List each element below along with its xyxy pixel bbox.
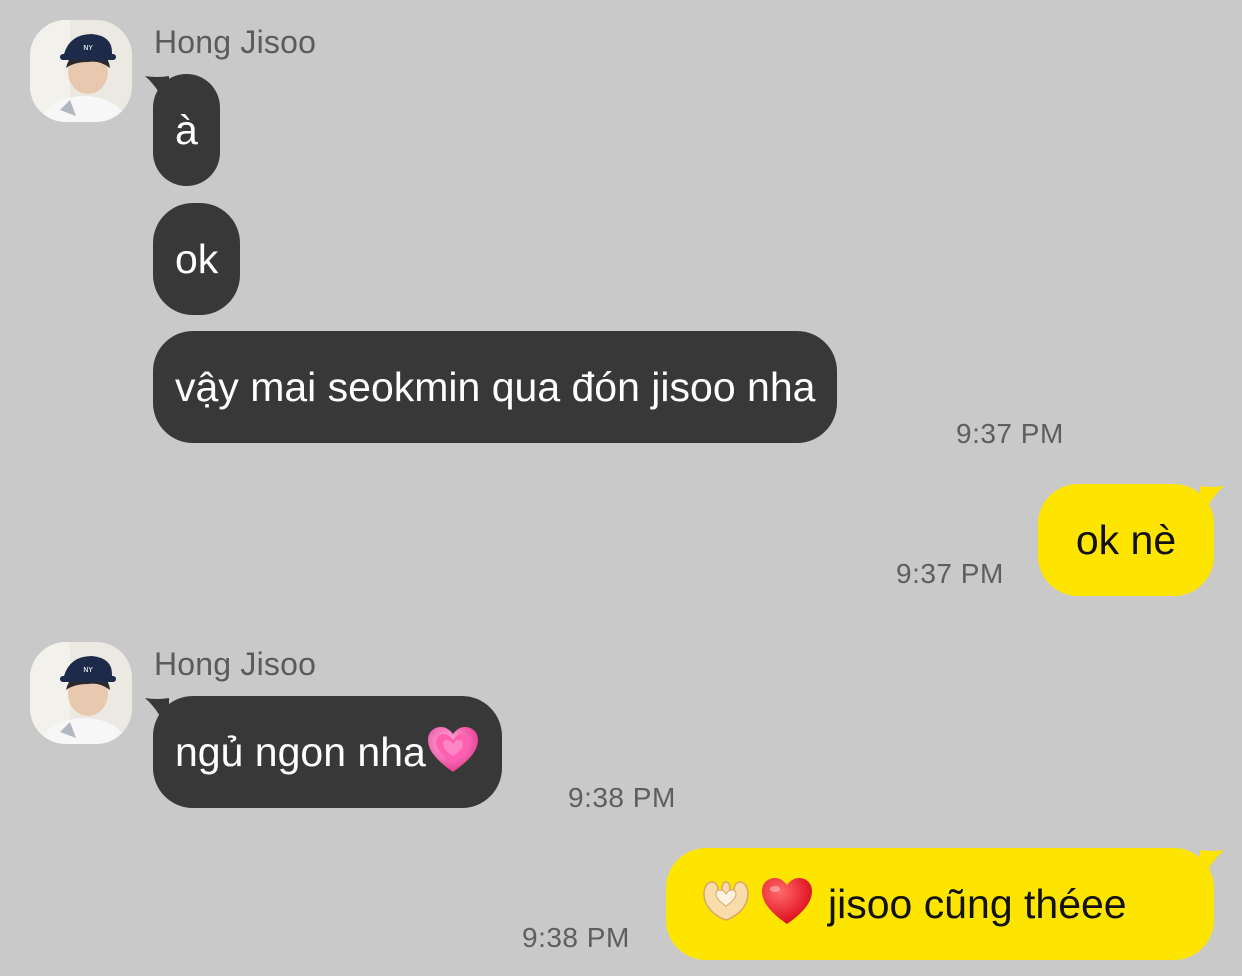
red-heart-icon	[762, 878, 812, 924]
avatar-photo: NY	[30, 20, 132, 122]
bubble-tail	[1200, 850, 1224, 888]
message-bubble[interactable]: ok nè	[1038, 484, 1214, 596]
svg-text:NY: NY	[83, 666, 93, 674]
message-text: ngủ ngon nha	[175, 729, 426, 775]
sender-name: Hong Jisoo	[154, 24, 317, 60]
message-text: jisoo cũng théee	[828, 881, 1127, 927]
heart-hands-icon	[703, 881, 749, 921]
avatar-photo: NY	[30, 642, 132, 744]
message-bubble[interactable]: ngủ ngon nha	[153, 696, 502, 808]
timestamp: 9:37 PM	[896, 558, 1004, 589]
message-text: ok	[175, 236, 219, 282]
timestamp: 9:38 PM	[568, 782, 676, 813]
message-bubble[interactable]: ok	[153, 203, 241, 315]
message-text: vậy mai seokmin qua đón jisoo nha	[175, 364, 816, 410]
message-text: à	[175, 107, 198, 153]
bubble-tail	[1200, 486, 1224, 524]
timestamp: 9:37 PM	[956, 418, 1064, 449]
avatar[interactable]: NY	[30, 642, 132, 744]
message-bubble[interactable]: à	[153, 74, 220, 186]
message-bubble[interactable]: vậy mai seokmin qua đón jisoo nha	[153, 331, 838, 443]
message-bubble[interactable]: jisoo cũng théee	[666, 848, 1214, 960]
svg-text:NY: NY	[83, 44, 93, 52]
message-text: ok nè	[1075, 517, 1177, 563]
sender-name: Hong Jisoo	[154, 646, 317, 682]
growing-heart-icon	[427, 727, 478, 772]
avatar[interactable]: NY	[30, 20, 132, 122]
timestamp: 9:38 PM	[522, 922, 630, 953]
